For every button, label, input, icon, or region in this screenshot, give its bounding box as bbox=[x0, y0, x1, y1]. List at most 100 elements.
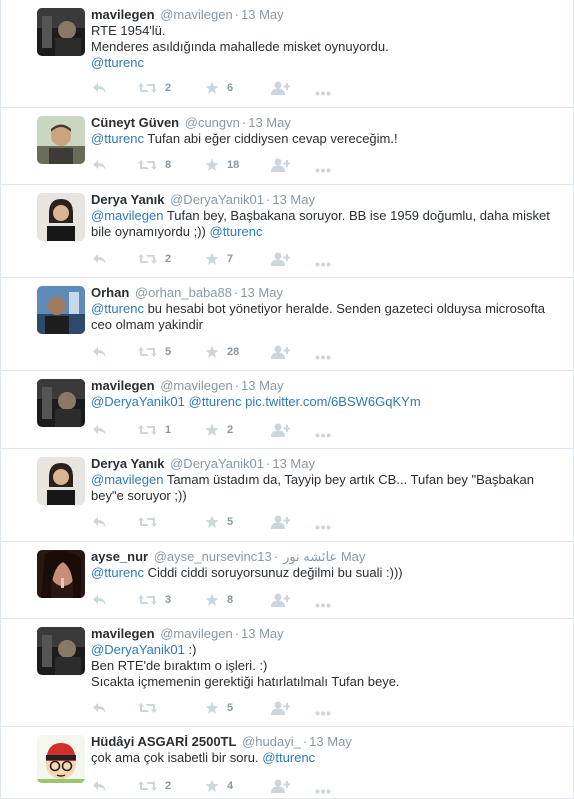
retweet-button[interactable]: 5 bbox=[138, 344, 171, 360]
follow-button[interactable] bbox=[271, 80, 290, 96]
mention-link[interactable]: @tturenc bbox=[262, 750, 315, 765]
favorite-button[interactable]: 6 bbox=[205, 80, 233, 96]
mention-link[interactable]: pic.twitter.com/6BSW6GqKYm bbox=[245, 394, 421, 409]
retweet-button[interactable]: 8 bbox=[138, 157, 171, 173]
favorite-button[interactable]: 7 bbox=[205, 251, 233, 267]
avatar[interactable] bbox=[37, 457, 85, 505]
user-handle[interactable]: @orhan_baba88 bbox=[135, 285, 232, 300]
retweet-button[interactable]: 1 bbox=[138, 422, 171, 438]
follow-button[interactable] bbox=[271, 592, 290, 608]
retweet-button[interactable]: 2 bbox=[138, 251, 171, 267]
user-fullname[interactable]: Derya Yanık bbox=[91, 192, 164, 207]
follow-button[interactable] bbox=[271, 157, 290, 173]
tweet-item[interactable]: Derya Yanık @DeryaYanik01 · 13 May @mavileg… bbox=[1, 449, 573, 542]
avatar[interactable] bbox=[37, 193, 85, 241]
reply-button[interactable] bbox=[92, 422, 107, 438]
reply-button[interactable] bbox=[92, 251, 107, 267]
retweet-button[interactable] bbox=[138, 514, 165, 530]
reply-button[interactable] bbox=[92, 514, 107, 530]
follow-button[interactable] bbox=[271, 514, 290, 530]
user-handle[interactable]: @mavilegen bbox=[160, 7, 232, 22]
more-options-button[interactable] bbox=[315, 427, 331, 443]
user-fullname[interactable]: mavilegen bbox=[91, 7, 155, 22]
favorite-button[interactable]: 28 bbox=[205, 344, 239, 360]
avatar[interactable] bbox=[37, 8, 85, 56]
mention-link[interactable]: @tturenc bbox=[91, 131, 144, 146]
user-handle[interactable]: @hudayi_ bbox=[242, 734, 301, 749]
mention-link[interactable]: @tturenc bbox=[91, 55, 144, 70]
avatar[interactable] bbox=[37, 627, 85, 675]
reply-button[interactable] bbox=[92, 344, 107, 360]
user-handle[interactable]: @cungvn bbox=[185, 115, 240, 130]
avatar[interactable] bbox=[37, 116, 85, 164]
follow-button[interactable] bbox=[271, 251, 290, 267]
tweet-timestamp[interactable]: 13 May bbox=[248, 115, 291, 130]
user-handle[interactable]: @DeryaYanik01 bbox=[170, 192, 264, 207]
tweet-item[interactable]: mavilegen @mavilegen · 13 May RTE 1954'lü. M… bbox=[1, 0, 573, 108]
avatar[interactable] bbox=[37, 550, 85, 598]
more-options-button[interactable] bbox=[315, 85, 331, 101]
user-fullname[interactable]: Derya Yanık bbox=[91, 456, 164, 471]
more-options-button[interactable] bbox=[315, 256, 331, 272]
more-options-button[interactable] bbox=[315, 162, 331, 178]
favorite-button[interactable]: 8 bbox=[205, 592, 233, 608]
user-fullname[interactable]: Cüneyt Güven bbox=[91, 115, 179, 130]
tweet-item[interactable]: mavilegen @mavilegen · 13 May @DeryaYanik01… bbox=[1, 619, 573, 727]
mention-link[interactable]: @mavilegen bbox=[91, 208, 163, 223]
tweet-timestamp[interactable]: 13 May bbox=[240, 285, 283, 300]
user-handle[interactable]: @mavilegen bbox=[160, 378, 232, 393]
mention-link[interactable]: @tturenc bbox=[91, 301, 144, 316]
user-fullname[interactable]: Hüdâyi ASGARİ 2500TL bbox=[91, 734, 236, 749]
user-handle[interactable]: @DeryaYanik01 bbox=[170, 456, 264, 471]
more-options-button[interactable] bbox=[315, 519, 331, 535]
retweet-button[interactable]: 2 bbox=[138, 80, 171, 96]
favorite-button[interactable]: 4 bbox=[205, 778, 233, 794]
favorite-button[interactable]: 2 bbox=[205, 422, 233, 438]
reply-button[interactable] bbox=[92, 80, 107, 96]
follow-button[interactable] bbox=[271, 778, 290, 794]
tweet-item[interactable]: Hüdâyi ASGARİ 2500TL @hudayi_ · 13 May çok … bbox=[1, 727, 573, 799]
follow-button[interactable] bbox=[271, 422, 290, 438]
favorite-button[interactable]: 18 bbox=[205, 157, 239, 173]
tweet-item[interactable]: ayse_nur @ayse_nursevinc عائشه نور·13 May… bbox=[1, 542, 573, 619]
more-options-button[interactable] bbox=[315, 349, 331, 365]
reply-button[interactable] bbox=[92, 592, 107, 608]
favorite-button[interactable]: 5 bbox=[205, 514, 233, 530]
mention-link[interactable]: @DeryaYanik01 bbox=[91, 642, 185, 657]
tweet-timestamp[interactable]: 13 May bbox=[309, 734, 352, 749]
user-fullname[interactable]: mavilegen bbox=[91, 626, 155, 641]
mention-link[interactable]: @tturenc bbox=[91, 565, 144, 580]
tweet-item[interactable]: Derya Yanık @DeryaYanik01 · 13 May @mavileg… bbox=[1, 185, 573, 278]
user-fullname[interactable]: Orhan bbox=[91, 285, 129, 300]
retweet-button[interactable]: 3 bbox=[138, 592, 171, 608]
follow-button[interactable] bbox=[271, 700, 290, 716]
tweet-timestamp[interactable]: 13 May bbox=[241, 626, 284, 641]
user-fullname[interactable]: ayse_nur bbox=[91, 549, 148, 564]
tweet-item[interactable]: mavilegen @mavilegen · 13 May @DeryaYanik01… bbox=[1, 371, 573, 449]
tweet-timestamp[interactable]: 13 May bbox=[241, 7, 284, 22]
tweet-timestamp[interactable]: 13 May bbox=[272, 192, 315, 207]
favorite-button[interactable]: 5 bbox=[205, 700, 233, 716]
tweet-item[interactable]: Orhan @orhan_baba88 · 13 May @tturenc bu he… bbox=[1, 278, 573, 371]
avatar[interactable] bbox=[37, 735, 85, 783]
more-options-button[interactable] bbox=[315, 705, 331, 721]
mention-link[interactable]: @tturenc bbox=[210, 224, 263, 239]
reply-button[interactable] bbox=[92, 778, 107, 794]
user-handle[interactable]: @ayse_nursevinc bbox=[154, 549, 258, 564]
mention-link[interactable]: @DeryaYanik01 bbox=[91, 394, 185, 409]
tweet-timestamp[interactable]: 13 May bbox=[272, 456, 315, 471]
tweet-timestamp[interactable]: 13 May bbox=[241, 378, 284, 393]
avatar[interactable] bbox=[37, 379, 85, 427]
user-handle[interactable]: @mavilegen bbox=[160, 626, 232, 641]
user-fullname[interactable]: mavilegen bbox=[91, 378, 155, 393]
more-options-button[interactable] bbox=[315, 597, 331, 613]
mention-link[interactable]: @tturenc bbox=[189, 394, 242, 409]
retweet-button[interactable]: 2 bbox=[138, 778, 171, 794]
follow-button[interactable] bbox=[271, 344, 290, 360]
avatar[interactable] bbox=[37, 286, 85, 334]
reply-button[interactable] bbox=[92, 700, 107, 716]
retweet-button[interactable] bbox=[138, 700, 165, 716]
mention-link[interactable]: @mavilegen bbox=[91, 472, 163, 487]
reply-button[interactable] bbox=[92, 157, 107, 173]
tweet-item[interactable]: Cüneyt Güven @cungvn · 13 May @tturenc Tufa… bbox=[1, 108, 573, 185]
